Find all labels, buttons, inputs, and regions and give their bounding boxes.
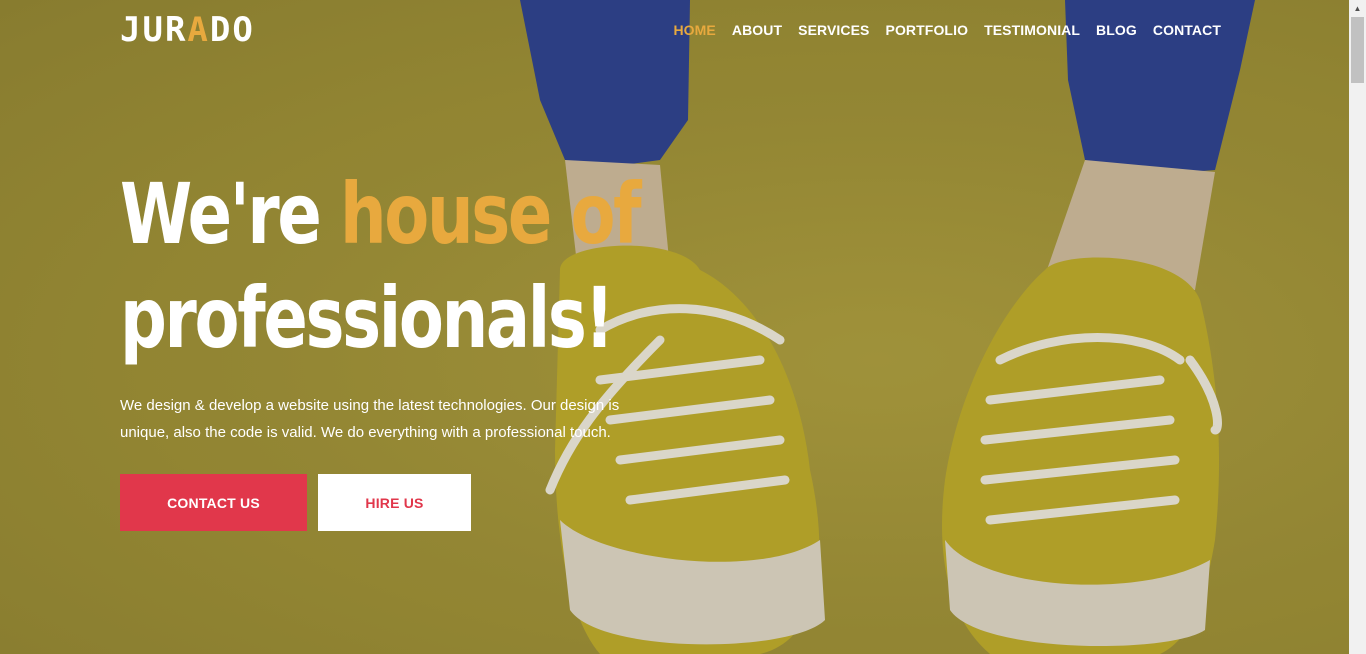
logo-text-part2: DO (209, 10, 255, 50)
nav-item-about[interactable]: ABOUT (732, 18, 782, 42)
logo-text-accent: A (187, 10, 210, 50)
nav-item-testimonial[interactable]: TESTIMONIAL (984, 18, 1080, 42)
nav-item-portfolio[interactable]: PORTFOLIO (886, 18, 969, 42)
nav-item-blog[interactable]: BLOG (1096, 18, 1137, 42)
main-nav: HOME ABOUT SERVICES PORTFOLIO TESTIMONIA… (673, 18, 1221, 42)
scroll-up-arrow-icon[interactable]: ▲ (1349, 0, 1366, 17)
headline-part1: We're (120, 165, 340, 263)
scrollbar-thumb[interactable] (1351, 17, 1364, 83)
hire-us-button[interactable]: HIRE US (318, 474, 471, 531)
headline-accent: house of (339, 165, 642, 263)
page: JURADO HOME ABOUT SERVICES PORTFOLIO TES… (0, 0, 1366, 654)
contact-us-button[interactable]: CONTACT US (120, 474, 307, 531)
site-logo[interactable]: JURADO (120, 10, 255, 50)
hero-headline: We're house of professionals! (120, 162, 642, 370)
hero-lead-text: We design & develop a website using the … (120, 397, 620, 441)
logo-text-part1: JUR (120, 10, 188, 50)
nav-item-home[interactable]: HOME (673, 18, 715, 42)
page-scrollbar[interactable]: ▲ (1349, 0, 1366, 654)
nav-item-services[interactable]: SERVICES (798, 18, 869, 42)
headline-line2: professionals! (120, 269, 614, 367)
nav-item-contact[interactable]: CONTACT (1153, 18, 1221, 42)
